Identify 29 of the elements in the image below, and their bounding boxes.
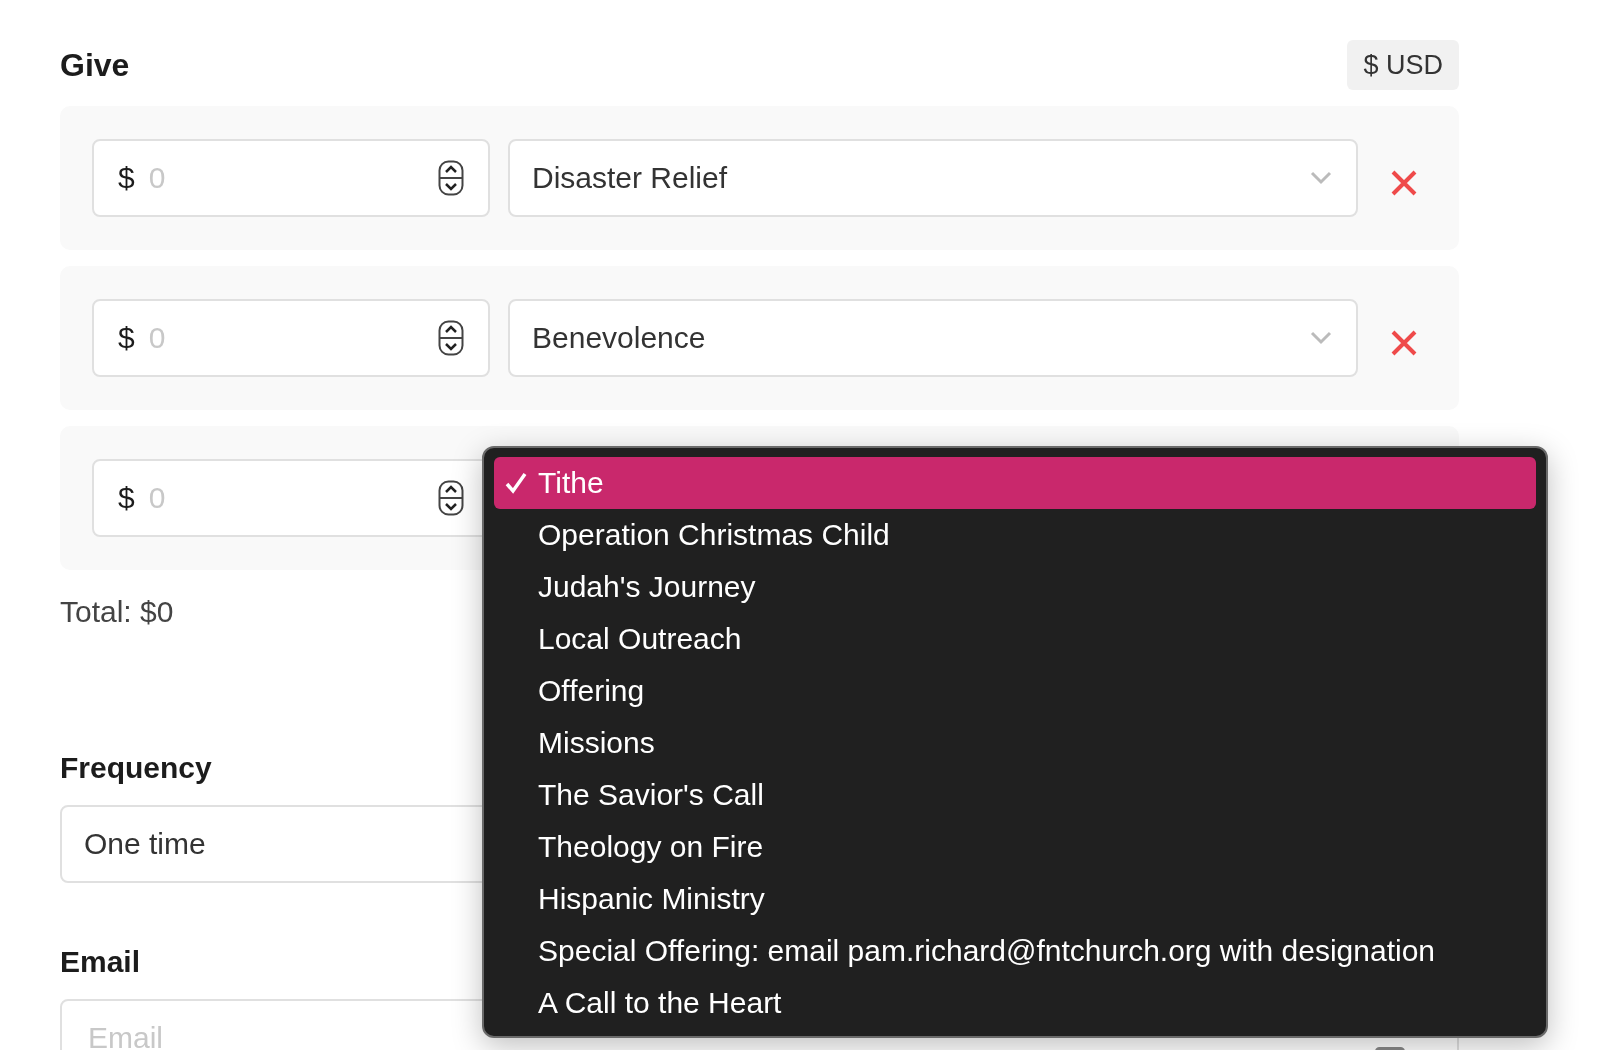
- checkmark-icon: [504, 471, 528, 495]
- remove-icon[interactable]: [1390, 169, 1418, 197]
- menu-option[interactable]: Local Outreach: [494, 613, 1536, 665]
- remove-icon[interactable]: [1390, 329, 1418, 357]
- currency-badge[interactable]: $ USD: [1347, 40, 1459, 90]
- chevron-down-icon: [1310, 331, 1332, 345]
- total-text: Total: $0: [60, 595, 174, 629]
- field-label: Email: [60, 945, 141, 979]
- stepper-icon[interactable]: [438, 480, 464, 516]
- chevron-down-icon: [1310, 171, 1332, 185]
- menu-option[interactable]: Operation Christmas Child: [494, 509, 1536, 561]
- currency-symbol: $: [118, 321, 135, 355]
- menu-option[interactable]: The Savior's Call: [494, 769, 1536, 821]
- section-title: Give: [60, 46, 130, 84]
- menu-option[interactable]: Theology on Fire: [494, 821, 1536, 873]
- menu-option[interactable]: Judah's Journey: [494, 561, 1536, 613]
- menu-option[interactable]: Hispanic Ministry: [494, 873, 1536, 925]
- currency-symbol: $: [118, 481, 135, 515]
- fund-select[interactable]: Benevolence: [508, 299, 1358, 377]
- menu-option[interactable]: Tithe: [494, 457, 1536, 509]
- fund-select[interactable]: Disaster Relief: [508, 139, 1358, 217]
- field-label: Frequency: [60, 751, 212, 785]
- menu-option[interactable]: Missions: [494, 717, 1536, 769]
- menu-option[interactable]: Offering: [494, 665, 1536, 717]
- currency-symbol: $: [118, 161, 135, 195]
- menu-option[interactable]: Special Offering: email pam.richard@fntchurch.org with designation: [494, 925, 1536, 977]
- stepper-icon[interactable]: [438, 320, 464, 356]
- menu-option[interactable]: A Call to the Heart: [494, 977, 1536, 1029]
- stepper-icon[interactable]: [438, 160, 464, 196]
